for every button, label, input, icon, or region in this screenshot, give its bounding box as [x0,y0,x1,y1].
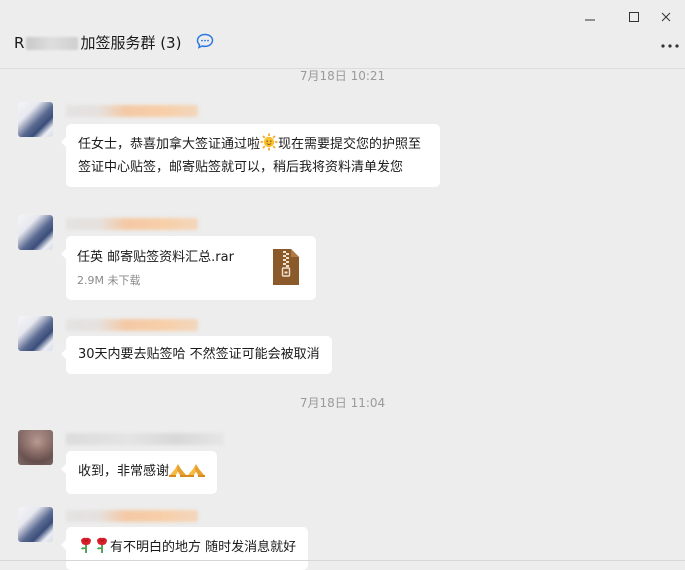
rose-icon [94,536,110,561]
message-text-part: 任女士，恭喜加拿大签证通过啦 [78,137,261,152]
timestamp: 7月18日 11:04 [299,396,386,410]
message-text-part: 有不明白的地方 随时发消息就好 [110,540,297,555]
message-bubble[interactable]: 收到，非常感谢 [60,451,218,494]
message-bubble[interactable]: 30天内要去贴签哈 不然签证可能会被取消 [61,336,332,374]
sun-with-face-icon [260,133,278,158]
message-text: 任女士，恭喜加拿大签证通过啦 现在需要提交您的护照至签证中心贴签，邮寄贴签就可以，… [66,124,440,187]
avatar[interactable] [18,215,53,250]
avatar[interactable] [18,507,53,542]
message-text-part: 收到，非常感谢 [78,464,170,479]
title-redacted [26,37,79,50]
sender-name-redacted [66,218,198,230]
message-text: 收到，非常感谢 [66,451,217,494]
folded-hands-icon [187,460,206,485]
message-text: 有不明白的地方 随时发消息就好 [66,527,308,570]
sender-name-redacted [66,433,224,445]
file-message-bubble[interactable]: 任英 邮寄贴签资料汇总.rar 2.9M 未下载 [61,236,316,300]
chat-title-prefix: R [14,34,25,52]
timestamp: 7月18日 10:21 [299,69,386,83]
chat-title-suffix: 加签服务群 (3) [80,34,182,52]
message-bubble[interactable]: 有不明白的地方 随时发消息就好 [60,527,309,570]
file-name: 任英 邮寄贴签资料汇总.rar [77,250,234,265]
folded-hands-icon [169,460,188,485]
avatar[interactable] [18,316,53,351]
avatar[interactable] [18,430,53,465]
rose-icon [78,536,94,561]
maximize-icon[interactable] [616,4,652,30]
sender-name-redacted [66,510,198,522]
sender-name-redacted [66,105,198,117]
more-icon[interactable] [659,36,683,56]
zip-archive-icon [271,247,301,287]
file-meta: 2.9M 未下载 [77,274,141,287]
close-icon[interactable] [648,4,684,30]
minimize-icon[interactable] [572,4,608,30]
avatar[interactable] [18,102,53,137]
chat-title: R 加签服务群 (3) [14,32,181,53]
message-bubble[interactable]: 任女士，恭喜加拿大签证通过啦 现在需要提交您的护照至签证中心贴签，邮寄贴签就可以，… [61,124,440,187]
chat-bubble-icon[interactable] [196,33,214,49]
title-bar: R 加签服务群 (3) [0,0,685,69]
sender-name-redacted [66,319,198,331]
input-divider [0,560,685,561]
message-text: 30天内要去贴签哈 不然签证可能会被取消 [78,347,320,362]
